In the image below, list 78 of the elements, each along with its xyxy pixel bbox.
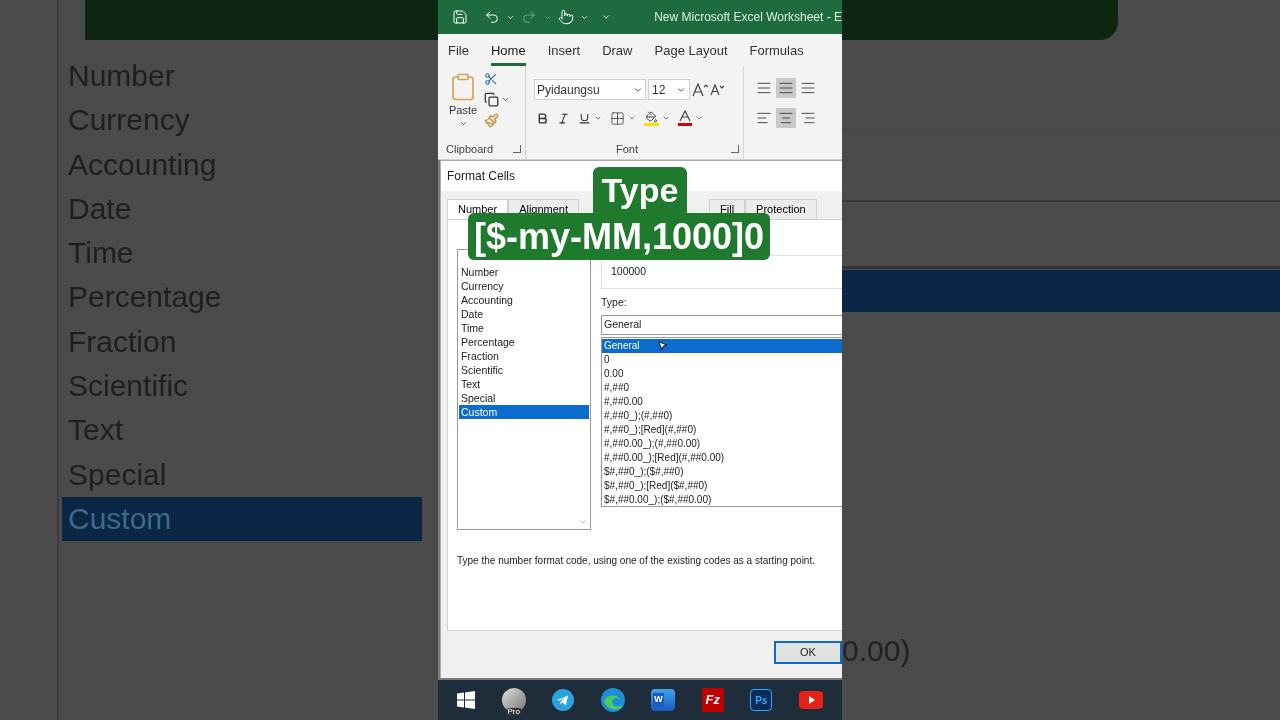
customize-icon[interactable]: [601, 12, 611, 22]
ribbon-tab[interactable]: Draw: [602, 38, 633, 66]
paper-plane-app-icon[interactable]: [552, 689, 575, 711]
font-color-icon[interactable]: [678, 110, 692, 126]
chevron-icon[interactable]: [594, 114, 602, 122]
pro-label: Pro: [505, 708, 522, 716]
copy-icon[interactable]: [484, 92, 499, 107]
undo-icon[interactable]: [484, 9, 500, 25]
caption-overlay: [$-my-MM,1000]0: [467, 213, 771, 260]
dialog-launcher-icon[interactable]: [731, 144, 739, 153]
type-input[interactable]: General: [601, 314, 842, 335]
category-item[interactable]: Fraction: [459, 349, 589, 363]
format-item[interactable]: #,##0: [602, 380, 842, 395]
italic-icon[interactable]: [557, 111, 570, 125]
chevron-icon[interactable]: [628, 114, 636, 122]
format-item[interactable]: #,##0.00_);(#,##0.00): [602, 436, 842, 451]
format-item[interactable]: 0.00: [602, 366, 842, 381]
format-item[interactable]: General: [602, 338, 842, 353]
ribbon-tab[interactable]: Formulas: [749, 38, 804, 66]
ribbon-tab[interactable]: Page Layout: [654, 38, 728, 66]
category-item[interactable]: Special: [459, 391, 589, 405]
play-app-icon[interactable]: [798, 691, 823, 709]
align-top-icon[interactable]: [756, 80, 772, 96]
chevron-icon[interactable]: [662, 114, 670, 122]
save-icon[interactable]: [452, 9, 468, 25]
category-item[interactable]: Accounting: [459, 293, 589, 307]
align-middle-icon[interactable]: [776, 78, 796, 98]
format-item[interactable]: #,##0_);(#,##0): [602, 408, 842, 423]
windows-logo-icon[interactable]: [457, 691, 476, 709]
dialog-launcher-icon[interactable]: [513, 144, 521, 153]
format-item[interactable]: 0: [602, 352, 842, 367]
caption-overlay: Type: [592, 167, 688, 213]
chevron-icon[interactable]: [695, 114, 703, 122]
ribbon-tab[interactable]: Insert: [547, 38, 581, 66]
touch-icon[interactable]: [558, 9, 574, 25]
category-item[interactable]: Percentage: [459, 335, 589, 349]
align-center-icon[interactable]: [776, 108, 796, 128]
bold-icon[interactable]: [536, 111, 549, 125]
format-item[interactable]: #,##0.00: [602, 394, 842, 409]
format-painter-icon[interactable]: [484, 113, 499, 128]
category-item[interactable]: Custom: [459, 405, 589, 419]
grow-font-icon[interactable]: [692, 82, 708, 97]
ok-button[interactable]: OK: [774, 641, 842, 664]
align-bottom-icon[interactable]: [800, 80, 816, 96]
borders-icon[interactable]: [610, 110, 625, 126]
category-item[interactable]: Currency: [459, 279, 589, 293]
category-item[interactable]: Scientific: [459, 363, 589, 377]
font-size-field[interactable]: 12: [648, 79, 690, 100]
format-item[interactable]: $#,##0_);[Red]($#,##0): [602, 478, 842, 493]
filezilla-app-icon[interactable]: Fz: [701, 688, 724, 712]
align-left-icon[interactable]: [756, 110, 772, 126]
font-name-field[interactable]: Pyidaungsu: [534, 79, 646, 100]
type-label: Type:: [601, 295, 628, 310]
align-right-icon[interactable]: [800, 110, 816, 126]
group-label: Font: [616, 141, 638, 157]
category-item: Custom: [62, 496, 422, 542]
chevron-icon[interactable]: [501, 95, 510, 104]
browser-app-icon[interactable]: [600, 688, 625, 712]
format-item[interactable]: #,##0.00_);[Red](#,##0.00): [602, 450, 842, 465]
category-item[interactable]: Date: [459, 307, 589, 321]
cursor-icon: [657, 339, 668, 351]
ribbon-tab[interactable]: File: [448, 38, 469, 66]
fill-color-icon[interactable]: [644, 110, 659, 126]
category-item[interactable]: Text: [459, 377, 589, 391]
word-app-icon[interactable]: W: [651, 689, 676, 711]
cut-icon[interactable]: [484, 72, 498, 86]
underline-icon[interactable]: [578, 111, 591, 125]
shrink-font-icon[interactable]: [710, 83, 724, 96]
format-item[interactable]: $#,##0_);($#,##0): [602, 464, 842, 479]
paste-button[interactable]: Paste: [446, 72, 480, 128]
photoshop-app-icon[interactable]: Ps: [750, 689, 773, 711]
format-description: Type the number format code, using one of the existing codes as a starting point.: [457, 554, 816, 568]
window-title: New Microsoft Excel Worksheet - E: [654, 9, 842, 26]
format-item[interactable]: $#,##0.00_);($#,##0.00): [602, 492, 842, 507]
category-item[interactable]: Number: [459, 265, 589, 279]
group-label: Clipboard: [446, 141, 494, 157]
category-item[interactable]: Time: [459, 321, 589, 335]
format-item[interactable]: #,##0_);[Red](#,##0): [602, 422, 842, 437]
